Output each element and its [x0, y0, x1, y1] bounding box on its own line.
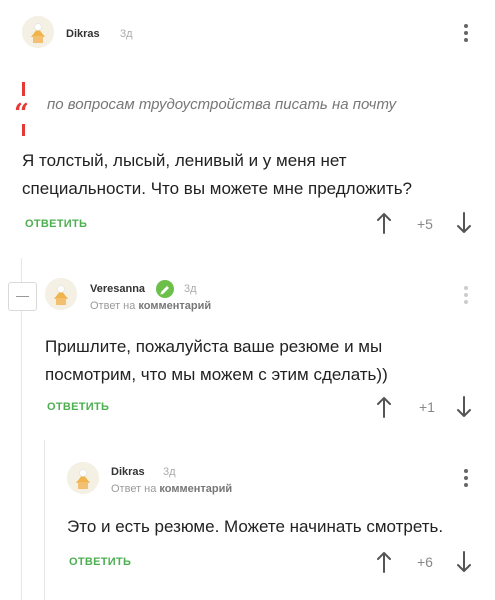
avatar[interactable]: [45, 278, 77, 310]
author-name[interactable]: Veresanna: [90, 283, 145, 295]
comment-text-line: Пришлите, пожалуйста ваше резюме и мы: [45, 337, 383, 356]
comment-text-line: специальности. Что вы можете мне предлож…: [22, 179, 413, 198]
author-name[interactable]: Dikras: [111, 466, 145, 478]
comment-text: Я толстый, лысый, ленивый и у меня нет с…: [22, 147, 412, 203]
more-options-icon[interactable]: [463, 286, 469, 308]
upvote-arrow-icon[interactable]: [376, 551, 392, 573]
thread-line: [21, 258, 22, 282]
thread-line: [44, 440, 45, 600]
upvote-arrow-icon[interactable]: [376, 212, 392, 234]
comment-time: 3д: [184, 283, 197, 295]
comment-text: Это и есть резюме. Можете начинать смотр…: [67, 513, 443, 541]
avatar[interactable]: [22, 16, 54, 48]
reply-to-label: Ответ на: [111, 483, 160, 495]
comment-text: Пришлите, пожалуйста ваше резюме и мы по…: [45, 333, 388, 389]
comment-time: 3д: [120, 28, 133, 40]
collapse-thread-button[interactable]: [8, 282, 37, 311]
avatar-icon: [22, 16, 54, 48]
reply-to-label: Ответ на: [90, 300, 139, 312]
downvote-arrow-icon[interactable]: [456, 551, 472, 573]
upvote-arrow-icon[interactable]: [376, 396, 392, 418]
reply-button[interactable]: ОТВЕТИТЬ: [47, 401, 109, 413]
downvote-arrow-icon[interactable]: [456, 396, 472, 418]
reply-button[interactable]: ОТВЕТИТЬ: [69, 556, 131, 568]
reply-to-link[interactable]: комментарий: [138, 300, 211, 312]
reply-to-link[interactable]: комментарий: [159, 483, 232, 495]
quote-bar-bottom: [22, 124, 25, 136]
comment-text-line: посмотрим, что мы можем с этим сделать)): [45, 365, 388, 384]
rating-score: +1: [419, 399, 435, 415]
comment-text-line: Это и есть резюме. Можете начинать смотр…: [67, 517, 444, 536]
avatar-icon: [45, 278, 77, 310]
author-name[interactable]: Dikras: [66, 28, 100, 40]
avatar[interactable]: [67, 462, 99, 494]
rating-score: +6: [417, 554, 433, 570]
thread-line: [21, 310, 22, 600]
reply-to-meta: Ответ на комментарий: [111, 483, 232, 495]
reply-button[interactable]: ОТВЕТИТЬ: [25, 218, 87, 230]
more-options-icon[interactable]: [463, 469, 469, 491]
avatar-icon: [67, 462, 99, 494]
comment-time: 3д: [163, 466, 176, 478]
rating-score: +5: [417, 216, 433, 232]
downvote-arrow-icon[interactable]: [456, 212, 472, 234]
reply-to-meta: Ответ на комментарий: [90, 300, 211, 312]
more-options-icon[interactable]: [463, 24, 469, 46]
verified-badge-icon: [156, 280, 174, 298]
quoted-text: по вопросам трудоустройства писать на по…: [47, 96, 397, 113]
quote-bar-top: [22, 82, 25, 96]
quote-icon: “: [14, 99, 29, 129]
comment-text-line: Я толстый, лысый, ленивый и у меня нет: [22, 151, 347, 170]
